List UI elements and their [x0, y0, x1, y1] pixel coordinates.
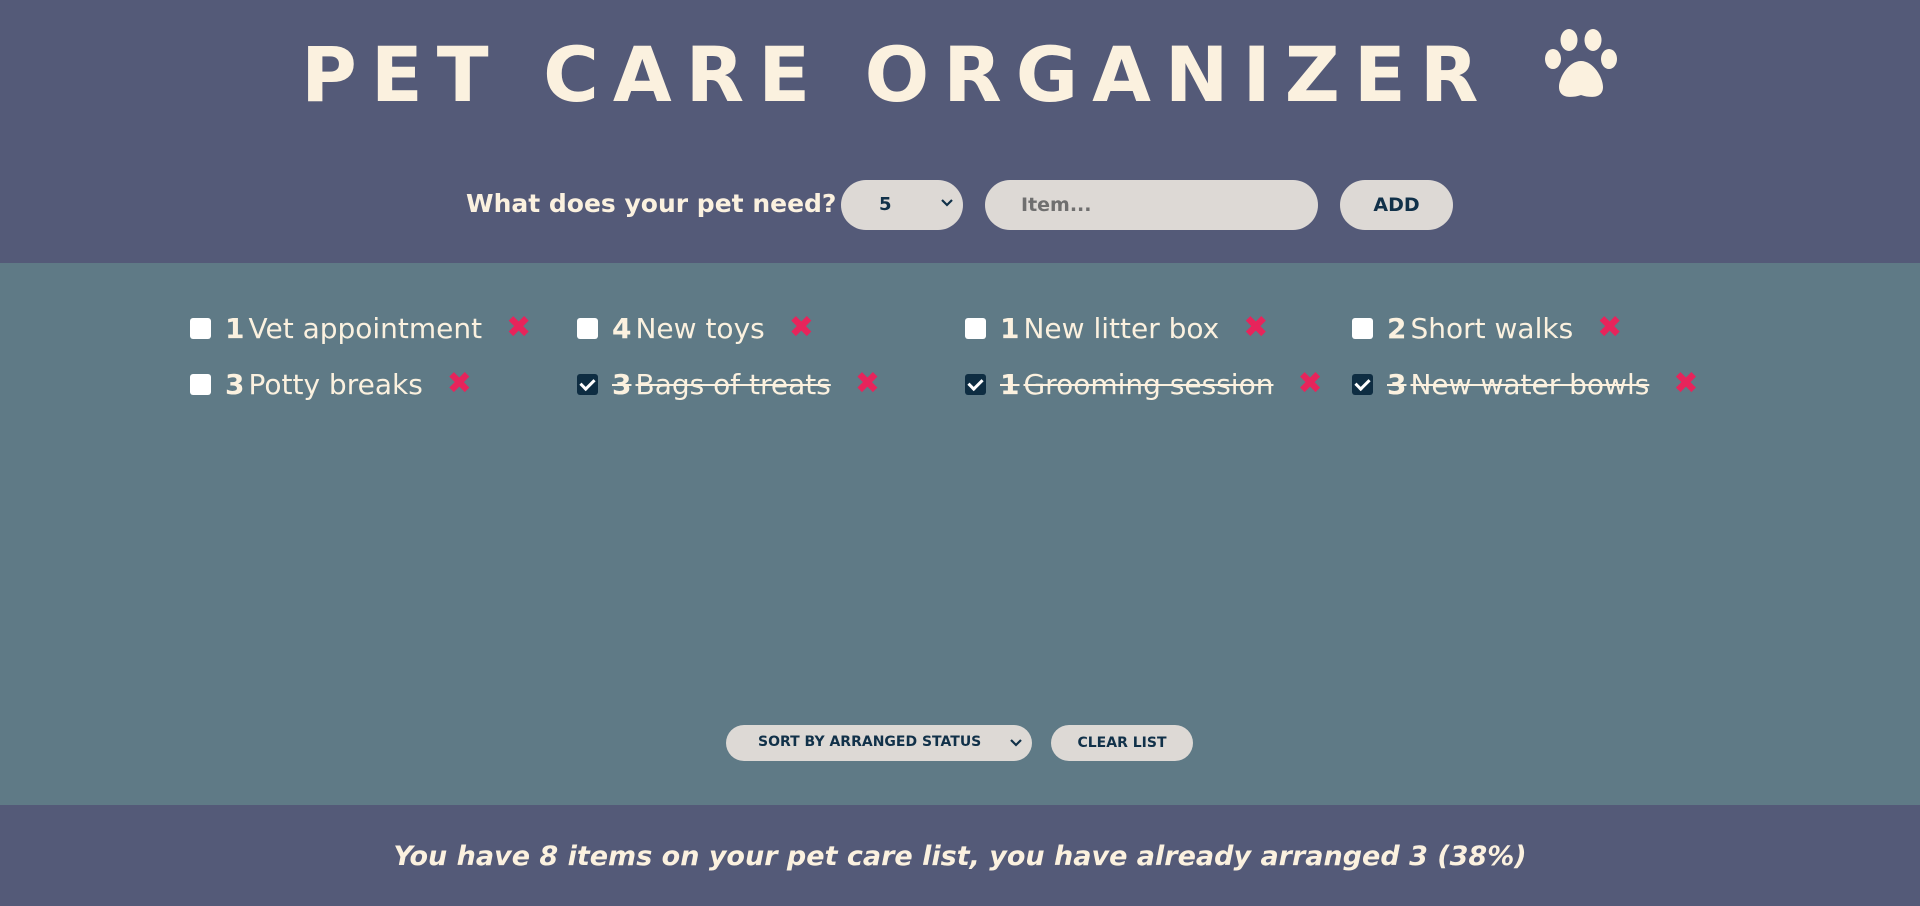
item-text: 1 Vet appointment: [225, 312, 482, 345]
item-quantity: 1: [1000, 311, 1020, 345]
page-title-text: PET CARE ORGANIZER: [301, 30, 1493, 119]
sort-select-value: SORT BY ARRANGED STATUS: [758, 734, 982, 750]
clear-list-button[interactable]: CLEAR LIST: [1051, 725, 1193, 761]
add-button[interactable]: ADD: [1340, 180, 1453, 230]
page-title: PET CARE ORGANIZER: [0, 27, 1920, 120]
item-quantity: 2: [1387, 311, 1407, 345]
item-text: 1 New litter box: [1000, 312, 1219, 345]
quantity-select[interactable]: 5: [841, 180, 963, 230]
item-quantity: 4: [612, 311, 632, 345]
item-checkbox[interactable]: [965, 373, 986, 395]
header: PET CARE ORGANIZER What does your pet ne…: [0, 0, 1920, 263]
item-label: New litter box: [1023, 311, 1220, 345]
item-label: Vet appointment: [248, 311, 483, 345]
delete-icon[interactable]: ✖: [855, 369, 880, 399]
list-item: 1 Vet appointment ✖: [190, 308, 531, 348]
item-label: Bags of treats: [635, 367, 831, 401]
list-item: 1 Grooming session ✖: [965, 364, 1323, 404]
item-label: Potty breaks: [248, 367, 423, 401]
form-label: What does your pet need?: [466, 189, 837, 218]
delete-icon[interactable]: ✖: [789, 313, 814, 343]
item-text: 4 New toys: [612, 312, 765, 345]
delete-icon[interactable]: ✖: [1243, 313, 1268, 343]
delete-icon[interactable]: ✖: [447, 369, 472, 399]
item-input[interactable]: [985, 180, 1318, 230]
item-label: New water bowls: [1410, 367, 1650, 401]
item-quantity: 1: [225, 311, 245, 345]
sort-select[interactable]: SORT BY ARRANGED STATUS: [726, 725, 1032, 761]
add-item-form: What does your pet need? 5 ADD: [0, 180, 1920, 230]
delete-icon[interactable]: ✖: [506, 313, 531, 343]
chevron-down-icon: [939, 193, 955, 218]
item-label: Short walks: [1410, 311, 1574, 345]
item-checkbox[interactable]: [1352, 373, 1373, 395]
item-quantity: 3: [1387, 367, 1407, 401]
list-item: 4 New toys ✖: [577, 308, 814, 348]
item-text: 1 Grooming session: [1000, 368, 1273, 401]
item-text: 3 Bags of treats: [612, 368, 831, 401]
item-checkbox[interactable]: [577, 317, 598, 339]
item-checkbox[interactable]: [190, 317, 211, 339]
stats-text: You have 8 items on your pet care list, …: [393, 841, 1527, 872]
item-label: Grooming session: [1023, 367, 1274, 401]
item-checkbox[interactable]: [965, 317, 986, 339]
list-item: 1 New litter box ✖: [965, 308, 1268, 348]
list-item: 3 Bags of treats ✖: [577, 364, 880, 404]
chevron-down-icon: [1008, 733, 1024, 757]
item-quantity: 3: [612, 367, 632, 401]
delete-icon[interactable]: ✖: [1597, 313, 1622, 343]
delete-icon[interactable]: ✖: [1297, 369, 1322, 399]
item-text: 2 Short walks: [1387, 312, 1573, 345]
delete-icon[interactable]: ✖: [1673, 369, 1698, 399]
list-item: 3 New water bowls ✖: [1352, 364, 1698, 404]
list-item: 2 Short walks ✖: [1352, 308, 1622, 348]
item-checkbox[interactable]: [190, 373, 211, 395]
item-checkbox[interactable]: [577, 373, 598, 395]
quantity-select-value: 5: [879, 194, 892, 215]
item-quantity: 3: [225, 367, 245, 401]
item-checkbox[interactable]: [1352, 317, 1373, 339]
list-actions: SORT BY ARRANGED STATUS CLEAR LIST: [0, 725, 1920, 761]
item-text: 3 Potty breaks: [225, 368, 423, 401]
item-text: 3 New water bowls: [1387, 368, 1649, 401]
list-item: 3 Potty breaks ✖: [190, 364, 472, 404]
item-label: New toys: [635, 311, 765, 345]
footer: You have 8 items on your pet care list, …: [0, 805, 1920, 906]
paw-icon: [1543, 27, 1619, 120]
item-quantity: 1: [1000, 367, 1020, 401]
